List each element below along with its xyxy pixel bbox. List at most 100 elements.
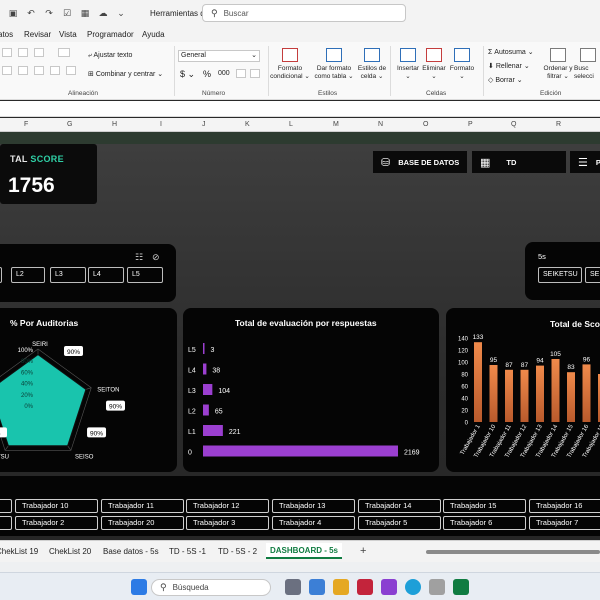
column-header[interactable]: Q bbox=[511, 121, 516, 128]
find-select-button[interactable]: Busc selecci bbox=[574, 48, 600, 80]
number-format-select[interactable]: General ⌄ bbox=[178, 50, 260, 62]
column-header[interactable]: R bbox=[556, 121, 561, 128]
menu-item-ayuda[interactable]: Ayuda bbox=[142, 30, 165, 39]
slicer-item-sei[interactable]: SEI bbox=[585, 267, 600, 283]
column-header[interactable]: H bbox=[112, 121, 117, 128]
excel-icon[interactable] bbox=[453, 579, 469, 595]
sheet-tab[interactable]: ChekList 20 bbox=[49, 547, 91, 556]
sheet-icon[interactable]: ▦ bbox=[80, 8, 90, 18]
increase-decimal-icon[interactable] bbox=[236, 69, 246, 78]
align-top-icon[interactable] bbox=[2, 48, 12, 57]
worker-item[interactable]: Trabajador 3 bbox=[186, 516, 269, 530]
copilot-icon[interactable] bbox=[381, 579, 397, 595]
column-bar bbox=[551, 359, 560, 422]
percent-button[interactable]: % bbox=[203, 69, 211, 79]
worker-item[interactable]: Trabajador 7 bbox=[529, 516, 600, 530]
slicer-item-l2[interactable]: L2 bbox=[11, 267, 45, 283]
orientation-icon[interactable] bbox=[58, 48, 70, 57]
conditional-format-button[interactable]: Formato condicional ⌄ bbox=[266, 48, 314, 80]
worker-item[interactable]: Trabajador 20 bbox=[101, 516, 184, 530]
slicer-item-l1[interactable] bbox=[0, 267, 2, 283]
align-center-icon[interactable] bbox=[18, 66, 28, 75]
redo-icon[interactable]: ↷ bbox=[44, 8, 54, 18]
mcafee-icon[interactable] bbox=[357, 579, 373, 595]
column-header[interactable]: J bbox=[202, 121, 206, 128]
task-view-icon[interactable] bbox=[285, 579, 301, 595]
worker-item[interactable]: Trabajador 11 bbox=[101, 499, 184, 513]
align-middle-icon[interactable] bbox=[18, 48, 28, 57]
column-header[interactable]: G bbox=[67, 121, 72, 128]
worker-item[interactable]: Trabajador 4 bbox=[272, 516, 355, 530]
fill-button[interactable]: ⬇ Rellenar ⌄ bbox=[488, 62, 530, 70]
worker-item[interactable]: Trabajador 6 bbox=[443, 516, 526, 530]
menu-item-datos[interactable]: atos bbox=[0, 30, 13, 39]
column-header[interactable]: N bbox=[378, 121, 383, 128]
slicer-item-l4[interactable]: L4 bbox=[88, 267, 124, 283]
nav-database-button[interactable]: ⛁ BASE DE DATOS bbox=[373, 151, 467, 173]
teams-icon[interactable] bbox=[309, 579, 325, 595]
form-icon[interactable]: ☑ bbox=[62, 8, 72, 18]
formula-bar[interactable] bbox=[0, 101, 600, 117]
worker-item[interactable]: Trabajador 16 bbox=[529, 499, 600, 513]
autosum-button[interactable]: Σ Autosuma ⌄ bbox=[488, 48, 534, 56]
column-header[interactable]: I bbox=[160, 121, 162, 128]
wrap-text-button[interactable]: ⤶ Ajustar texto bbox=[88, 52, 132, 60]
thousands-button[interactable]: 000 bbox=[218, 70, 230, 77]
worker-item[interactable]: Trabajador 14 bbox=[358, 499, 441, 513]
sheet-tab[interactable]: TD - 5S - 2 bbox=[218, 547, 257, 556]
search-input[interactable]: ⚲ Buscar bbox=[202, 4, 406, 22]
sheet-tab[interactable]: ChekList 19 bbox=[0, 547, 38, 556]
column-header[interactable]: P bbox=[468, 121, 473, 128]
edge-icon[interactable] bbox=[405, 579, 421, 595]
column-bar bbox=[520, 369, 529, 422]
worker-item[interactable]: Trabajador 5 bbox=[358, 516, 441, 530]
multi-select-icon[interactable]: ☷ bbox=[135, 252, 143, 263]
align-right-icon[interactable] bbox=[34, 66, 44, 75]
column-header[interactable]: L bbox=[289, 121, 293, 128]
column-header[interactable]: M bbox=[333, 121, 339, 128]
worker-item[interactable]: Trabajador 12 bbox=[186, 499, 269, 513]
slicer-item-l3[interactable]: L3 bbox=[50, 267, 86, 283]
windows-start-icon[interactable] bbox=[131, 579, 147, 595]
horizontal-scrollbar[interactable] bbox=[426, 550, 600, 554]
store-icon[interactable] bbox=[429, 579, 445, 595]
add-sheet-icon[interactable]: + bbox=[360, 545, 366, 557]
worker-item[interactable]: Trabajador 10 bbox=[15, 499, 98, 513]
sheet-tab[interactable]: TD - 5S -1 bbox=[169, 547, 206, 556]
menu-item-programador[interactable]: Programador bbox=[87, 30, 134, 39]
align-bottom-icon[interactable] bbox=[34, 48, 44, 57]
clear-filter-icon[interactable]: ⊘ bbox=[152, 252, 160, 263]
merge-center-button[interactable]: ⊞ Combinar y centrar ⌄ bbox=[88, 70, 163, 78]
worker-item[interactable]: Trabajador 15 bbox=[443, 499, 526, 513]
nav-td-button[interactable]: ▦ TD bbox=[472, 151, 566, 173]
undo-icon[interactable]: ↶ bbox=[26, 8, 36, 18]
taskbar-search[interactable]: ⚲ Búsqueda bbox=[151, 579, 271, 596]
nav-p-button[interactable]: ☰ P bbox=[570, 151, 600, 173]
worker-item[interactable] bbox=[0, 499, 12, 513]
column-header[interactable]: O bbox=[423, 121, 428, 128]
sheet-tab[interactable]: Base datos - 5s bbox=[103, 547, 159, 556]
qat-more-icon[interactable]: ⌄ bbox=[116, 8, 126, 18]
slicer-item-seiketsu[interactable]: SEIKETSU bbox=[538, 267, 582, 283]
cloud-icon[interactable]: ☁ bbox=[98, 8, 108, 18]
decrease-decimal-icon[interactable] bbox=[250, 69, 260, 78]
worker-item[interactable]: Trabajador 2 bbox=[15, 516, 98, 530]
indent-decrease-icon[interactable] bbox=[50, 66, 60, 75]
file-explorer-icon[interactable] bbox=[333, 579, 349, 595]
menu-item-vista[interactable]: Vista bbox=[59, 30, 77, 39]
column-header[interactable]: K bbox=[245, 121, 250, 128]
clear-button[interactable]: ◇ Borrar ⌄ bbox=[488, 76, 523, 84]
column-header[interactable]: F bbox=[24, 121, 28, 128]
slicer-item-l5[interactable]: L5 bbox=[127, 267, 163, 283]
format-button[interactable]: Formato ⌄ bbox=[438, 48, 486, 80]
worker-item[interactable]: Trabajador 13 bbox=[272, 499, 355, 513]
align-left-icon[interactable] bbox=[2, 66, 12, 75]
indent-increase-icon[interactable] bbox=[66, 66, 76, 75]
bar-category-label: L3 bbox=[188, 388, 196, 395]
save-icon[interactable]: ▣ bbox=[8, 8, 18, 18]
worker-item[interactable] bbox=[0, 516, 12, 530]
sheet-tab-active[interactable]: DASHBOARD - 5s bbox=[266, 543, 343, 559]
menu-item-revisar[interactable]: Revisar bbox=[24, 30, 51, 39]
currency-button[interactable]: $ ⌄ bbox=[180, 69, 195, 80]
format-icon bbox=[454, 48, 470, 62]
